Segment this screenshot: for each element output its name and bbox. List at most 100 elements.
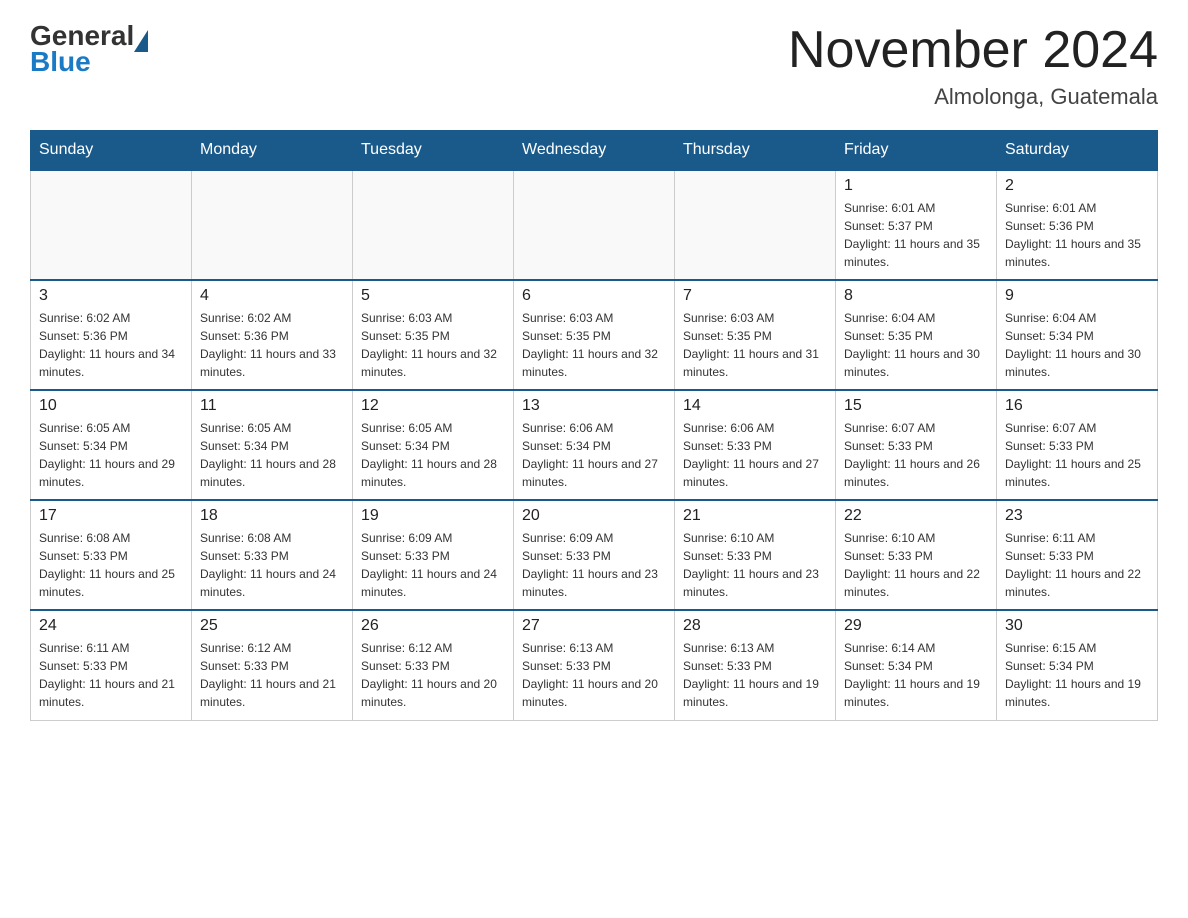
day-number: 3 xyxy=(39,287,183,305)
calendar-cell: 23 Sunrise: 6:11 AM Sunset: 5:33 PM Dayli… xyxy=(997,500,1158,610)
day-info: Sunrise: 6:02 AM Sunset: 5:36 PM Dayligh… xyxy=(200,309,344,381)
day-number: 20 xyxy=(522,507,666,525)
calendar-cell: 28 Sunrise: 6:13 AM Sunset: 5:33 PM Dayli… xyxy=(675,610,836,720)
calendar-cell: 10 Sunrise: 6:05 AM Sunset: 5:34 PM Dayli… xyxy=(31,390,192,500)
day-number: 19 xyxy=(361,507,505,525)
calendar-cell: 5 Sunrise: 6:03 AM Sunset: 5:35 PM Daylig… xyxy=(353,280,514,390)
calendar-cell: 1 Sunrise: 6:01 AM Sunset: 5:37 PM Daylig… xyxy=(836,170,997,280)
day-number: 18 xyxy=(200,507,344,525)
day-number: 15 xyxy=(844,397,988,415)
calendar-cell xyxy=(675,170,836,280)
day-info: Sunrise: 6:11 AM Sunset: 5:33 PM Dayligh… xyxy=(1005,529,1149,601)
week-row-5: 24 Sunrise: 6:11 AM Sunset: 5:33 PM Dayli… xyxy=(31,610,1158,720)
calendar-cell: 15 Sunrise: 6:07 AM Sunset: 5:33 PM Dayli… xyxy=(836,390,997,500)
calendar-cell: 27 Sunrise: 6:13 AM Sunset: 5:33 PM Dayli… xyxy=(514,610,675,720)
day-number: 24 xyxy=(39,617,183,635)
day-info: Sunrise: 6:13 AM Sunset: 5:33 PM Dayligh… xyxy=(522,639,666,711)
day-number: 29 xyxy=(844,617,988,635)
title-area: November 2024 Almolonga, Guatemala xyxy=(788,20,1158,110)
day-number: 2 xyxy=(1005,177,1149,195)
calendar-cell: 12Sunrise: 6:05 AM Sunset: 5:34 PM Dayli… xyxy=(353,390,514,500)
day-info: Sunrise: 6:12 AM Sunset: 5:33 PM Dayligh… xyxy=(200,639,344,711)
day-number: 11 xyxy=(200,397,344,415)
day-number: 5 xyxy=(361,287,505,305)
calendar-cell: 30Sunrise: 6:15 AM Sunset: 5:34 PM Dayli… xyxy=(997,610,1158,720)
day-info: Sunrise: 6:08 AM Sunset: 5:33 PM Dayligh… xyxy=(39,529,183,601)
day-info: Sunrise: 6:01 AM Sunset: 5:37 PM Dayligh… xyxy=(844,199,988,271)
day-number: 9 xyxy=(1005,287,1149,305)
calendar-cell xyxy=(353,170,514,280)
header-day-friday: Friday xyxy=(836,131,997,171)
calendar-cell: 16 Sunrise: 6:07 AM Sunset: 5:33 PM Dayli… xyxy=(997,390,1158,500)
day-info: Sunrise: 6:14 AM Sunset: 5:34 PM Dayligh… xyxy=(844,639,988,711)
day-info: Sunrise: 6:10 AM Sunset: 5:33 PM Dayligh… xyxy=(844,529,988,601)
calendar-cell: 18Sunrise: 6:08 AM Sunset: 5:33 PM Dayli… xyxy=(192,500,353,610)
calendar-cell: 13 Sunrise: 6:06 AM Sunset: 5:34 PM Dayli… xyxy=(514,390,675,500)
day-number: 27 xyxy=(522,617,666,635)
calendar-cell: 20 Sunrise: 6:09 AM Sunset: 5:33 PM Dayli… xyxy=(514,500,675,610)
day-info: Sunrise: 6:10 AM Sunset: 5:33 PM Dayligh… xyxy=(683,529,827,601)
day-info: Sunrise: 6:02 AM Sunset: 5:36 PM Dayligh… xyxy=(39,309,183,381)
day-number: 8 xyxy=(844,287,988,305)
day-number: 13 xyxy=(522,397,666,415)
header-day-tuesday: Tuesday xyxy=(353,131,514,171)
day-number: 28 xyxy=(683,617,827,635)
calendar-cell: 24 Sunrise: 6:11 AM Sunset: 5:33 PM Dayli… xyxy=(31,610,192,720)
calendar-body: 1 Sunrise: 6:01 AM Sunset: 5:37 PM Daylig… xyxy=(31,170,1158,720)
header: General Blue November 2024 Almolonga, Gu… xyxy=(30,20,1158,110)
day-info: Sunrise: 6:04 AM Sunset: 5:35 PM Dayligh… xyxy=(844,309,988,381)
day-number: 6 xyxy=(522,287,666,305)
calendar-cell: 6Sunrise: 6:03 AM Sunset: 5:35 PM Daylig… xyxy=(514,280,675,390)
logo: General Blue xyxy=(30,20,148,78)
calendar-cell: 19 Sunrise: 6:09 AM Sunset: 5:33 PM Dayli… xyxy=(353,500,514,610)
day-info: Sunrise: 6:15 AM Sunset: 5:34 PM Dayligh… xyxy=(1005,639,1149,711)
header-day-saturday: Saturday xyxy=(997,131,1158,171)
day-number: 10 xyxy=(39,397,183,415)
day-info: Sunrise: 6:05 AM Sunset: 5:34 PM Dayligh… xyxy=(200,419,344,491)
calendar-cell: 26Sunrise: 6:12 AM Sunset: 5:33 PM Dayli… xyxy=(353,610,514,720)
week-row-2: 3 Sunrise: 6:02 AM Sunset: 5:36 PM Daylig… xyxy=(31,280,1158,390)
day-number: 25 xyxy=(200,617,344,635)
day-info: Sunrise: 6:07 AM Sunset: 5:33 PM Dayligh… xyxy=(844,419,988,491)
calendar-cell: 21 Sunrise: 6:10 AM Sunset: 5:33 PM Dayli… xyxy=(675,500,836,610)
month-title: November 2024 xyxy=(788,20,1158,80)
calendar-cell: 7 Sunrise: 6:03 AM Sunset: 5:35 PM Daylig… xyxy=(675,280,836,390)
header-day-sunday: Sunday xyxy=(31,131,192,171)
day-number: 14 xyxy=(683,397,827,415)
day-info: Sunrise: 6:05 AM Sunset: 5:34 PM Dayligh… xyxy=(39,419,183,491)
header-day-wednesday: Wednesday xyxy=(514,131,675,171)
day-number: 21 xyxy=(683,507,827,525)
calendar-cell xyxy=(31,170,192,280)
day-info: Sunrise: 6:09 AM Sunset: 5:33 PM Dayligh… xyxy=(522,529,666,601)
day-number: 4 xyxy=(200,287,344,305)
day-number: 16 xyxy=(1005,397,1149,415)
day-number: 26 xyxy=(361,617,505,635)
day-info: Sunrise: 6:04 AM Sunset: 5:34 PM Dayligh… xyxy=(1005,309,1149,381)
calendar-cell: 25 Sunrise: 6:12 AM Sunset: 5:33 PM Dayli… xyxy=(192,610,353,720)
day-info: Sunrise: 6:03 AM Sunset: 5:35 PM Dayligh… xyxy=(683,309,827,381)
day-info: Sunrise: 6:06 AM Sunset: 5:34 PM Dayligh… xyxy=(522,419,666,491)
logo-blue-text: Blue xyxy=(30,46,148,78)
calendar-cell: 8 Sunrise: 6:04 AM Sunset: 5:35 PM Daylig… xyxy=(836,280,997,390)
day-number: 23 xyxy=(1005,507,1149,525)
day-info: Sunrise: 6:13 AM Sunset: 5:33 PM Dayligh… xyxy=(683,639,827,711)
calendar-table: SundayMondayTuesdayWednesdayThursdayFrid… xyxy=(30,130,1158,721)
day-number: 1 xyxy=(844,177,988,195)
day-number: 22 xyxy=(844,507,988,525)
calendar-cell: 2Sunrise: 6:01 AM Sunset: 5:36 PM Daylig… xyxy=(997,170,1158,280)
day-number: 17 xyxy=(39,507,183,525)
calendar-cell: 11 Sunrise: 6:05 AM Sunset: 5:34 PM Dayli… xyxy=(192,390,353,500)
week-row-1: 1 Sunrise: 6:01 AM Sunset: 5:37 PM Daylig… xyxy=(31,170,1158,280)
day-info: Sunrise: 6:03 AM Sunset: 5:35 PM Dayligh… xyxy=(361,309,505,381)
day-info: Sunrise: 6:05 AM Sunset: 5:34 PM Dayligh… xyxy=(361,419,505,491)
calendar-cell xyxy=(192,170,353,280)
day-number: 7 xyxy=(683,287,827,305)
calendar-cell: 29 Sunrise: 6:14 AM Sunset: 5:34 PM Dayli… xyxy=(836,610,997,720)
location-subtitle: Almolonga, Guatemala xyxy=(788,84,1158,110)
calendar-cell: 17 Sunrise: 6:08 AM Sunset: 5:33 PM Dayli… xyxy=(31,500,192,610)
day-info: Sunrise: 6:11 AM Sunset: 5:33 PM Dayligh… xyxy=(39,639,183,711)
calendar-cell: 14 Sunrise: 6:06 AM Sunset: 5:33 PM Dayli… xyxy=(675,390,836,500)
day-info: Sunrise: 6:09 AM Sunset: 5:33 PM Dayligh… xyxy=(361,529,505,601)
day-info: Sunrise: 6:07 AM Sunset: 5:33 PM Dayligh… xyxy=(1005,419,1149,491)
day-info: Sunrise: 6:06 AM Sunset: 5:33 PM Dayligh… xyxy=(683,419,827,491)
